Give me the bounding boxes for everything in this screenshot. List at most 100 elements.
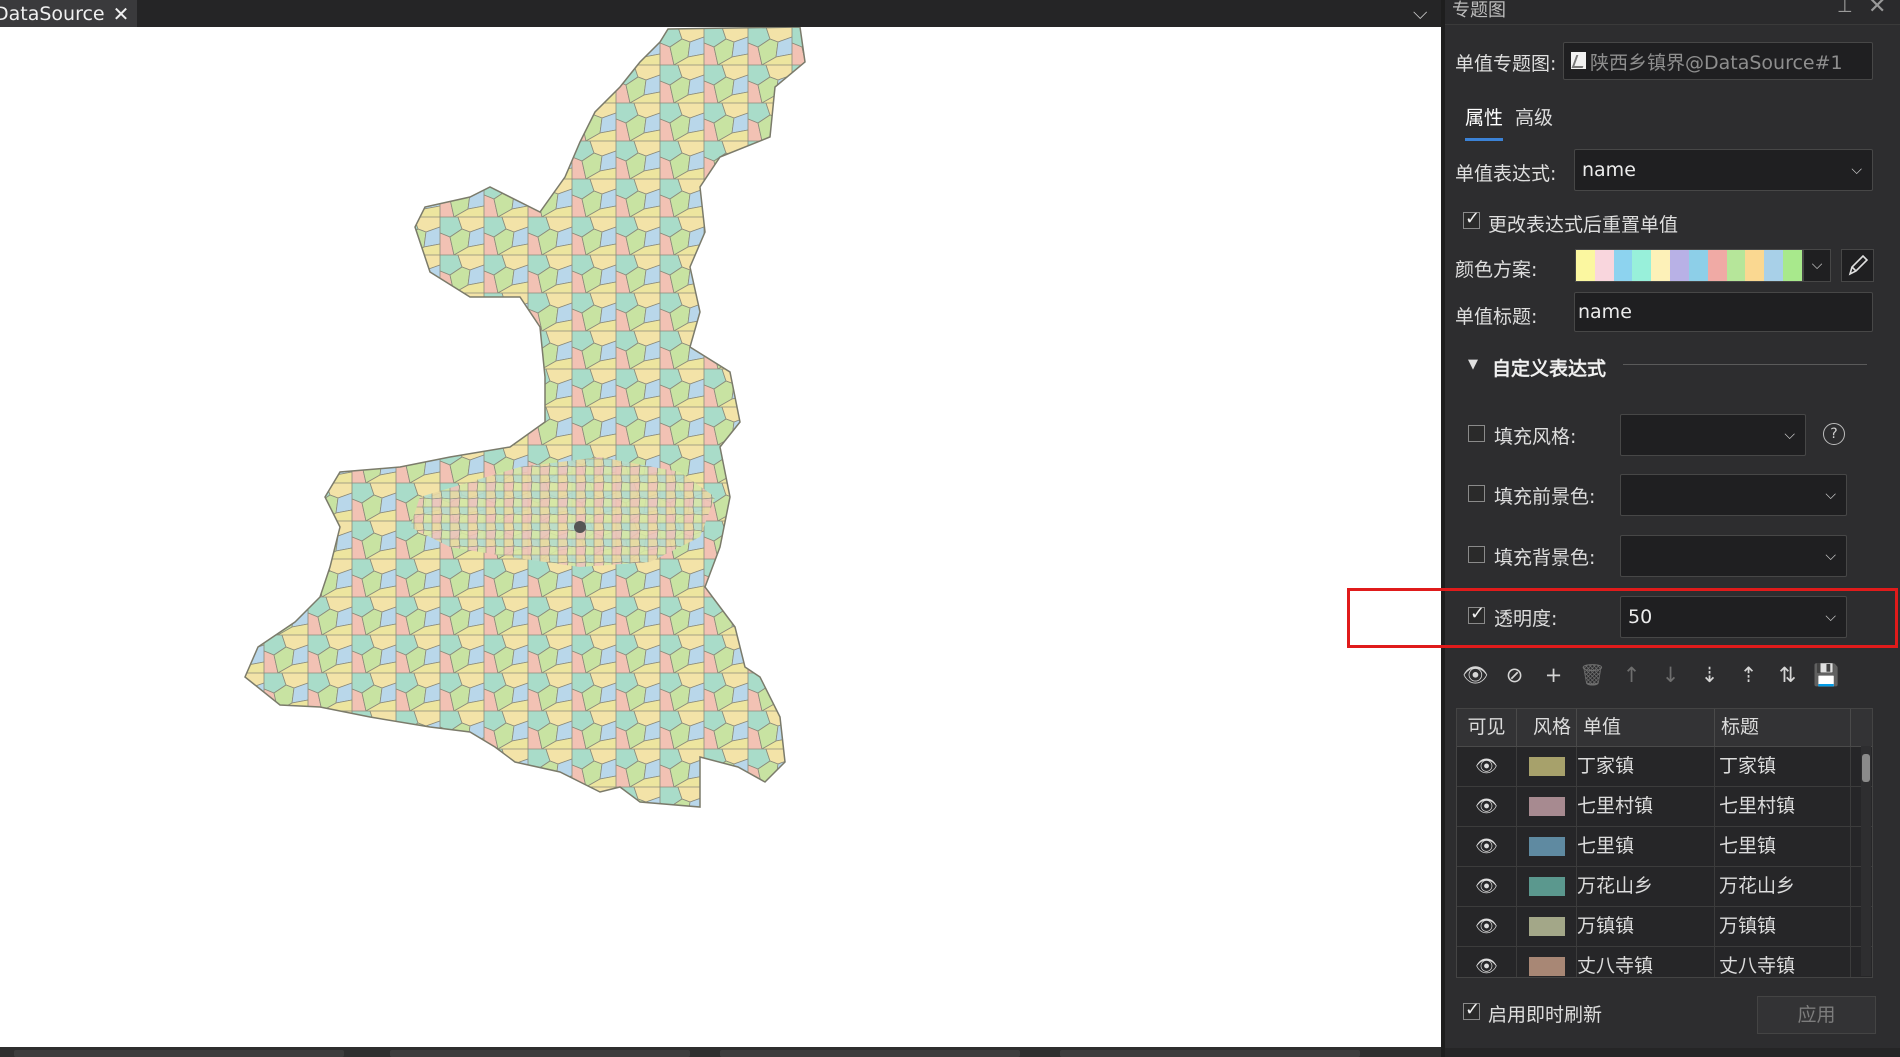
column-header-value[interactable]: 单值 — [1577, 709, 1715, 746]
row-value[interactable]: 丁家镇 — [1577, 747, 1715, 786]
document-tab-strip: DataSource ✕ ⌵ — [0, 0, 1445, 27]
fill-fore-select[interactable]: ⌵ — [1620, 474, 1847, 516]
fill-style-select[interactable]: ⌵ — [1620, 414, 1806, 456]
save-icon[interactable]: 💾 — [1807, 662, 1846, 688]
row-title[interactable]: 丁家镇 — [1715, 747, 1851, 786]
unique-values-toolbar: 👁 ⊘ + 🗑 ↑ ↓ ⇣ ⇡ ⇅ 💾 — [1456, 662, 1846, 688]
table-row[interactable]: 👁 丁家镇 丁家镇 — [1457, 747, 1872, 787]
expression-select[interactable]: name ⌵ — [1574, 149, 1873, 191]
row-title[interactable]: 万花山乡 — [1715, 867, 1851, 906]
table-row[interactable]: 👁 七里村镇 七里村镇 — [1457, 787, 1872, 827]
scrollbar-thumb[interactable] — [1862, 754, 1870, 782]
row-style[interactable] — [1517, 907, 1577, 946]
style-swatch[interactable] — [1528, 837, 1565, 856]
column-header-style[interactable]: 风格 — [1517, 709, 1577, 746]
close-panel-icon[interactable]: ✕ — [1868, 0, 1886, 19]
highlight-annotation-box — [1347, 588, 1898, 648]
tab-list-dropdown-icon[interactable]: ⌵ — [1413, 2, 1427, 24]
row-visibility[interactable]: 👁 — [1457, 827, 1517, 866]
style-swatch[interactable] — [1528, 877, 1565, 896]
style-icon[interactable]: ⊘ — [1495, 662, 1534, 688]
eye-icon[interactable]: 👁 — [1475, 876, 1498, 897]
section-divider — [1623, 364, 1867, 365]
row-visibility[interactable]: 👁 — [1457, 747, 1517, 786]
tab-properties[interactable]: 属性 — [1465, 103, 1504, 141]
style-swatch[interactable] — [1528, 917, 1565, 936]
row-value[interactable]: 七里镇 — [1577, 827, 1715, 866]
row-title[interactable]: 七里村镇 — [1715, 787, 1851, 826]
color-scheme-dropdown-icon[interactable]: ⌵ — [1803, 249, 1831, 282]
edit-color-scheme-button[interactable] — [1841, 249, 1874, 282]
row-style[interactable] — [1517, 747, 1577, 786]
style-swatch[interactable] — [1528, 757, 1565, 776]
add-icon[interactable]: + — [1534, 662, 1573, 688]
row-style[interactable] — [1517, 947, 1577, 977]
eye-icon[interactable]: 👁 — [1475, 796, 1498, 817]
style-swatch[interactable] — [1528, 797, 1565, 816]
fill-style-checkbox[interactable] — [1468, 425, 1485, 442]
row-visibility[interactable]: 👁 — [1457, 947, 1517, 977]
document-tab[interactable]: DataSource ✕ — [0, 0, 138, 27]
row-visibility[interactable]: 👁 — [1457, 907, 1517, 946]
eye-icon[interactable]: 👁 — [1475, 956, 1498, 977]
help-icon[interactable]: ? — [1823, 423, 1845, 445]
layer-label: 单值专题图: — [1455, 53, 1557, 75]
table-row[interactable]: 👁 万花山乡 万花山乡 — [1457, 867, 1872, 907]
table-scrollbar[interactable] — [1861, 746, 1871, 976]
column-header-title[interactable]: 标题 — [1715, 709, 1851, 746]
eye-icon[interactable]: 👁 — [1475, 916, 1498, 937]
row-value[interactable]: 万镇镇 — [1577, 907, 1715, 946]
panel-tabs: 属性 高级 — [1465, 103, 1553, 141]
tab-advanced[interactable]: 高级 — [1515, 103, 1553, 141]
style-swatch[interactable] — [1528, 957, 1565, 976]
delete-icon[interactable]: 🗑 — [1573, 662, 1612, 688]
row-value[interactable]: 丈八寺镇 — [1577, 947, 1715, 977]
map-statusbar — [0, 1047, 1441, 1057]
color-scheme-ramp[interactable] — [1575, 249, 1803, 282]
fill-back-select[interactable]: ⌵ — [1620, 535, 1847, 577]
chevron-down-icon: ⌵ — [1784, 427, 1795, 443]
reset-values-checkbox[interactable] — [1463, 208, 1480, 229]
row-value[interactable]: 七里村镇 — [1577, 787, 1715, 826]
eye-icon[interactable]: 👁 — [1475, 756, 1498, 777]
color-swatch — [1576, 250, 1595, 281]
pin-icon[interactable]: ⊥ — [1837, 0, 1853, 17]
color-swatch — [1764, 250, 1784, 281]
map-canvas[interactable] — [0, 27, 1441, 1047]
visibility-icon[interactable]: 👁 — [1456, 662, 1495, 688]
row-value[interactable]: 万花山乡 — [1577, 867, 1715, 906]
row-title[interactable]: 七里镇 — [1715, 827, 1851, 866]
unique-title-input[interactable]: name — [1574, 292, 1873, 332]
color-swatch — [1688, 250, 1708, 281]
table-row[interactable]: 👁 丈八寺镇 丈八寺镇 — [1457, 947, 1872, 977]
move-up-icon[interactable]: ↑ — [1612, 662, 1651, 688]
row-visibility[interactable]: 👁 — [1457, 787, 1517, 826]
panel-header: 专题图 ⊥ ✕ — [1445, 0, 1900, 25]
sort-desc-icon[interactable]: ⇡ — [1729, 662, 1768, 688]
row-style[interactable] — [1517, 867, 1577, 906]
close-tab-icon[interactable]: ✕ — [113, 2, 130, 26]
row-style[interactable] — [1517, 827, 1577, 866]
apply-button[interactable]: 应用 — [1757, 996, 1876, 1034]
row-title[interactable]: 万镇镇 — [1715, 907, 1851, 946]
collapse-triangle-icon[interactable]: ▼ — [1468, 357, 1478, 372]
color-swatch — [1651, 250, 1671, 281]
fill-fore-checkbox[interactable] — [1468, 485, 1485, 502]
instant-refresh-checkbox[interactable] — [1463, 999, 1480, 1020]
row-visibility[interactable]: 👁 — [1457, 867, 1517, 906]
custom-expression-section-title[interactable]: 自定义表达式 — [1492, 354, 1606, 381]
table-row[interactable]: 👁 七里镇 七里镇 — [1457, 827, 1872, 867]
document-tab-title[interactable]: DataSource — [0, 3, 105, 25]
fill-back-checkbox[interactable] — [1468, 546, 1485, 563]
row-style[interactable] — [1517, 787, 1577, 826]
color-swatch — [1594, 250, 1614, 281]
column-header-visible[interactable]: 可见 — [1457, 709, 1517, 746]
sort-asc-icon[interactable]: ⇣ — [1690, 662, 1729, 688]
reverse-icon[interactable]: ⇅ — [1768, 662, 1807, 688]
move-down-icon[interactable]: ↓ — [1651, 662, 1690, 688]
eye-icon[interactable]: 👁 — [1475, 836, 1498, 857]
table-row[interactable]: 👁 万镇镇 万镇镇 — [1457, 907, 1872, 947]
chevron-down-icon: ⌵ — [1825, 548, 1836, 564]
row-title[interactable]: 丈八寺镇 — [1715, 947, 1851, 977]
color-swatch — [1670, 250, 1689, 281]
